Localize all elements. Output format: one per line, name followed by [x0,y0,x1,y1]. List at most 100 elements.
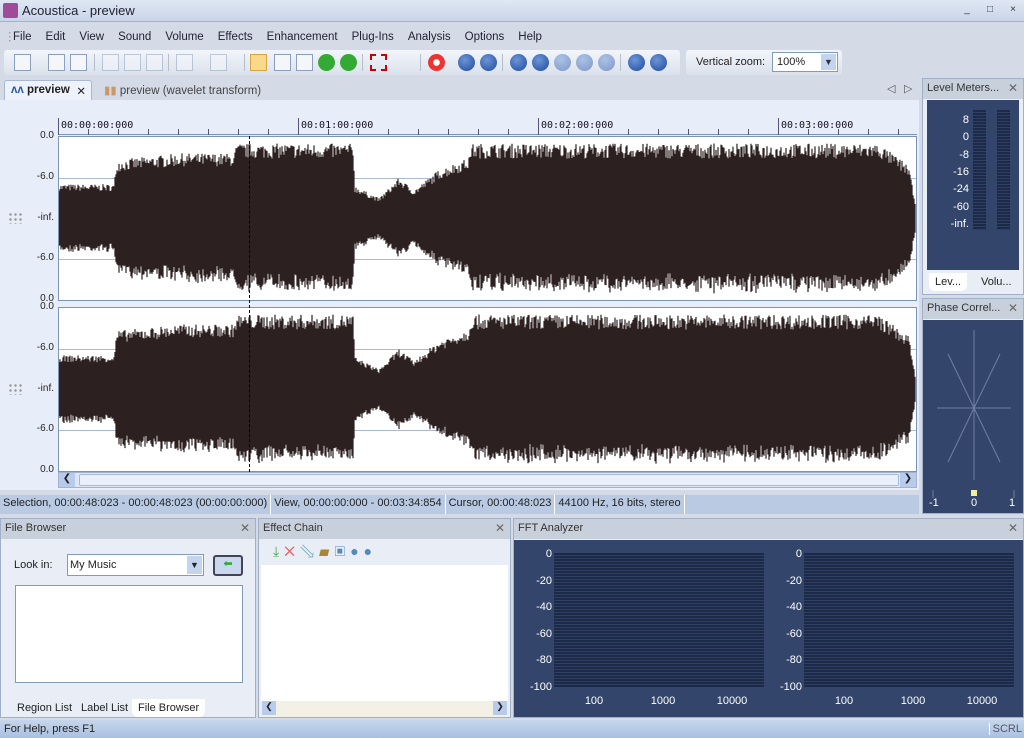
menu-plug-ins[interactable]: Plug-Ins [345,25,401,43]
vertical-zoom-select[interactable]: 100% ▼ [772,52,838,72]
close-icon[interactable]: ✕ [1008,81,1018,95]
menu-analysis[interactable]: Analysis [401,25,458,43]
separator [168,54,169,71]
channel-toggle-icon[interactable] [8,382,22,395]
horizontal-scrollbar[interactable]: ❮ ❯ [58,472,917,488]
menu-options[interactable]: Options [458,25,512,43]
scrub-icon[interactable] [296,54,313,71]
close-icon[interactable]: ✕ [495,521,505,535]
tab-scroll-right-icon[interactable]: ▷ [904,82,912,95]
add-effect-icon[interactable]: ⤓ [273,543,284,559]
cut-icon[interactable] [102,54,119,71]
ruler-tick [298,118,299,135]
file-list[interactable] [15,585,243,683]
fft-y-label: -60 [536,627,552,640]
panel-header: FFT Analyzer ✕ [514,519,1023,539]
move-effect-icon[interactable]: ⇘ [300,543,319,559]
redo-icon[interactable] [210,54,227,71]
fft-y-label: -80 [786,654,802,667]
back-icon[interactable] [318,54,335,71]
tab-volume[interactable]: Volu... [975,273,1018,291]
go-end-icon[interactable] [650,54,667,71]
title-bar: Acoustica - preview _ □ × [0,0,1024,22]
zoom-icon[interactable] [274,54,291,71]
menu-help[interactable]: Help [511,25,549,43]
effect-list[interactable] [261,565,508,701]
play-icon[interactable] [510,54,527,71]
loop-play-icon[interactable] [554,54,571,71]
rewind-icon[interactable] [480,54,497,71]
scroll-left-icon[interactable]: ❮ [262,701,276,715]
save-chain-icon[interactable]: ▣ [335,543,351,559]
remove-effect-icon[interactable]: ✕ [284,543,300,559]
close-icon[interactable]: ✕ [1008,301,1018,315]
menu-edit[interactable]: Edit [39,25,73,43]
menu-volume[interactable]: Volume [158,25,210,43]
tab-label: preview [27,84,70,96]
channel-toggle-icon[interactable] [8,211,22,224]
tab-preview[interactable]: ᴧᴧ preview ✕ [4,80,92,100]
ruler-tick [388,129,389,135]
vertical-zoom-label: Vertical zoom: [696,56,766,68]
effect-hscroll[interactable]: ❮ ❯ [261,701,508,717]
menu-effects[interactable]: Effects [211,25,260,43]
scroll-right-icon[interactable]: ❯ [900,473,916,487]
close-icon[interactable]: ✕ [1008,521,1018,535]
new-icon[interactable] [14,54,31,71]
scroll-left-icon[interactable]: ❮ [59,473,75,487]
grid-icon[interactable] [370,54,387,71]
tab-wavelet[interactable]: ▮▮ preview (wavelet transform) [98,80,267,100]
menu-sound[interactable]: Sound [111,25,158,43]
scroll-thumb[interactable] [79,474,899,486]
tab-label-list[interactable]: Label List [75,699,134,717]
close-tab-icon[interactable]: ✕ [76,84,86,98]
panel-title: Phase Correl... [927,302,1001,314]
minimize-button[interactable]: _ [960,4,974,16]
open-chain-icon[interactable]: ▰ [319,543,335,559]
select-icon[interactable] [250,54,267,71]
paste-icon[interactable] [146,54,163,71]
close-button[interactable]: × [1006,4,1020,16]
channel-left[interactable] [58,136,917,301]
open-icon[interactable] [48,54,65,71]
menu-file[interactable]: File [6,25,39,43]
menu-bar: ⋮File Edit View Sound Volume Effects Enhanceme… [0,25,1024,49]
ruler-tick [898,129,899,135]
loop-icon[interactable] [340,54,357,71]
ruler-tick [658,129,659,135]
phase-label-0: 0 [971,497,978,509]
fft-y-label: -100 [529,681,552,693]
scroll-right-icon[interactable]: ❯ [493,701,507,715]
stop-icon[interactable] [576,54,593,71]
close-icon[interactable]: ✕ [240,521,250,535]
look-in-select[interactable]: My Music ▼ [67,554,204,576]
tab-region-list[interactable]: Region List [11,699,78,717]
menu-enhancement[interactable]: Enhancement [260,25,345,43]
ruler-tick [778,118,779,135]
tab-levels[interactable]: Lev... [929,273,968,291]
ruler-tick [508,129,509,135]
maximize-button[interactable]: □ [983,4,997,16]
amplitude-label: 0.0 [40,464,54,475]
spectrum-icon: ▮▮ [104,85,117,97]
up-folder-button[interactable]: ⬅ [213,555,243,576]
play-selection-icon[interactable] [532,54,549,71]
undo-icon[interactable] [176,54,193,71]
play-chain-icon[interactable]: ● [350,543,363,559]
pause-icon[interactable] [598,54,615,71]
go-start-icon[interactable] [458,54,475,71]
menu-view[interactable]: View [72,25,111,43]
copy-icon[interactable] [124,54,141,71]
stop-chain-icon[interactable]: ● [364,543,377,559]
tab-file-browser[interactable]: File Browser [132,699,206,717]
waveform-editor[interactable]: 00:00:00:000 00:01:00:000 00:02:00:000 00:0… [0,100,919,490]
ruler-tick [628,129,629,135]
tab-scroll-left-icon[interactable]: ◁ [887,82,895,95]
fft-plot-right [804,553,1014,687]
record-icon[interactable] [428,54,445,71]
save-icon[interactable] [70,54,87,71]
forward-icon[interactable] [628,54,645,71]
channel-right[interactable] [58,307,917,472]
time-ruler[interactable]: 00:00:00:000 00:01:00:000 00:02:00:000 00:0… [58,100,917,135]
phase-label-1: 1 [1009,497,1016,509]
